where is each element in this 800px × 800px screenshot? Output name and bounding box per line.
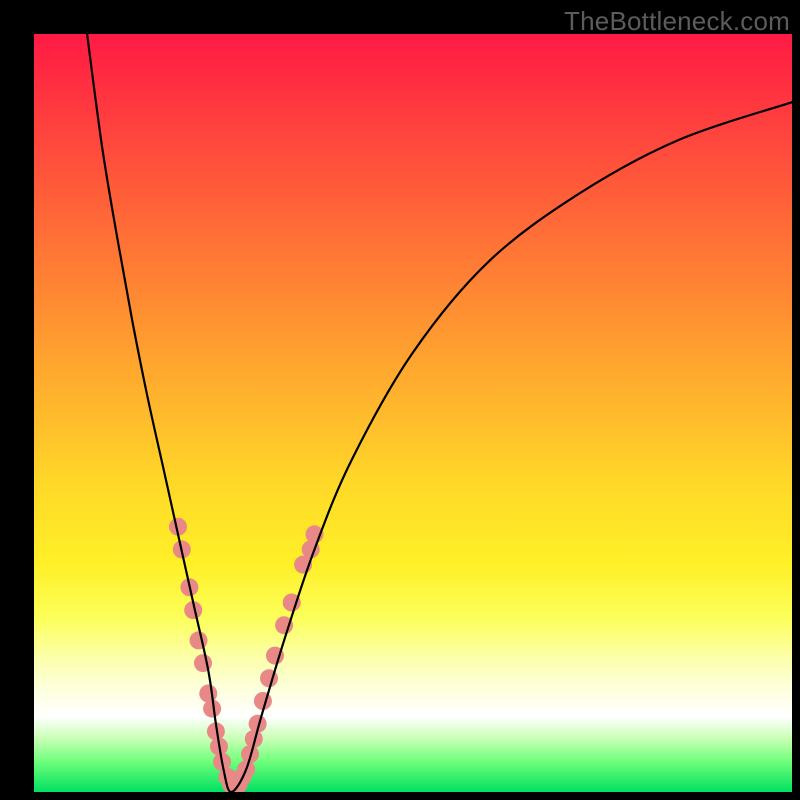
chart-frame: TheBottleneck.com — [0, 0, 800, 800]
plot-area — [34, 34, 792, 792]
highlight-dot — [190, 631, 208, 649]
watermark-text: TheBottleneck.com — [564, 6, 790, 37]
highlight-dot — [199, 685, 217, 703]
highlight-marker-group — [169, 518, 324, 792]
bottleneck-curve — [87, 34, 792, 792]
curve-layer — [34, 34, 792, 792]
highlight-dot — [194, 654, 212, 672]
